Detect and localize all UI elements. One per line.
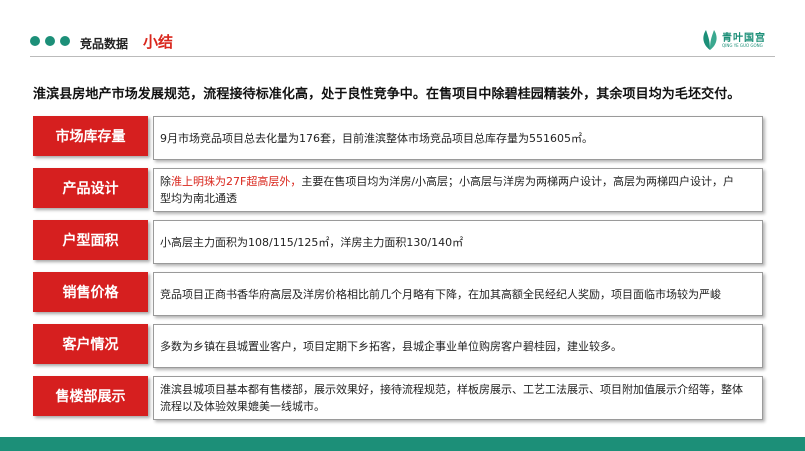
- row-label: 产品设计: [33, 168, 148, 208]
- row-content: 竞品项目正商书香华府高层及洋房价格相比前几个月略有下降，在加其高额全民经纪人奖励…: [153, 272, 763, 316]
- dot-icon: [60, 36, 70, 46]
- row-product-design: 产品设计 除淮上明珠为27F超高层外，主要在售项目均为洋房/小高层；小高层与洋房…: [33, 168, 763, 212]
- leaf-logo-icon: [703, 30, 717, 50]
- row-content: 9月市场竞品项目总去化量为176套，目前淮滨整体市场竞品项目总库存量为55160…: [153, 116, 763, 160]
- row-label: 客户情况: [33, 324, 148, 364]
- logo-subtext: QING YE GUO GONG: [722, 43, 763, 48]
- brand-logo: 青叶国宫 QING YE GUO GONG: [700, 24, 770, 56]
- header: 竞品数据 小结 青叶国宫 QING YE GUO GONG: [0, 0, 805, 60]
- row-label: 销售价格: [33, 272, 148, 312]
- header-divider: [30, 56, 775, 57]
- row-label: 售楼部展示: [33, 376, 148, 416]
- row-customers: 客户情况 多数为乡镇在县城置业客户，项目定期下乡拓客，县城企事业单位购房客户碧桂…: [33, 324, 763, 368]
- row-text: 竞品项目正商书香华府高层及洋房价格相比前几个月略有下降，在加其高额全民经纪人奖励…: [160, 287, 721, 301]
- header-dots: [30, 36, 70, 46]
- page-title: 小结: [143, 33, 174, 51]
- row-sales-price: 销售价格 竞品项目正商书香华府高层及洋房价格相比前几个月略有下降，在加其高额全民…: [33, 272, 763, 316]
- row-unit-area: 户型面积 小高层主力面积为108/115/125㎡，洋房主力面积130/140㎡: [33, 220, 763, 264]
- row-label: 户型面积: [33, 220, 148, 260]
- row-text: 淮滨县城项目基本都有售楼部，展示效果好，接待流程规范，样板房展示、工艺工法展示、…: [160, 383, 743, 413]
- row-text-pre: 除: [160, 175, 171, 188]
- dot-icon: [45, 36, 55, 46]
- summary-text: 淮滨县房地产市场发展规范，流程接待标准化高，处于良性竞争中。在售项目中除碧桂园精…: [33, 87, 741, 102]
- row-content: 除淮上明珠为27F超高层外，主要在售项目均为洋房/小高层；小高层与洋房为两梯两户…: [153, 168, 763, 212]
- row-text: 小高层主力面积为108/115/125㎡，洋房主力面积130/140㎡: [160, 235, 464, 249]
- row-content: 淮滨县城项目基本都有售楼部，展示效果好，接待流程规范，样板房展示、工艺工法展示、…: [153, 376, 763, 420]
- row-content: 小高层主力面积为108/115/125㎡，洋房主力面积130/140㎡: [153, 220, 763, 264]
- footer-bar: [0, 437, 805, 451]
- row-sales-office: 售楼部展示 淮滨县城项目基本都有售楼部，展示效果好，接待流程规范，样板房展示、工…: [33, 376, 763, 420]
- row-text-highlight: 淮上明珠为27F超高层外，: [171, 175, 302, 188]
- dot-icon: [30, 36, 40, 46]
- row-content: 多数为乡镇在县城置业客户，项目定期下乡拓客，县城企事业单位购房客户碧桂园，建业较…: [153, 324, 763, 368]
- row-text: 多数为乡镇在县城置业客户，项目定期下乡拓客，县城企事业单位购房客户碧桂园，建业较…: [160, 339, 622, 353]
- section-label: 竞品数据: [80, 37, 129, 51]
- row-text-wrapper: 除淮上明珠为27F超高层外，主要在售项目均为洋房/小高层；小高层与洋房为两梯两户…: [160, 173, 744, 207]
- row-label: 市场库存量: [33, 116, 148, 156]
- row-inventory: 市场库存量 9月市场竞品项目总去化量为176套，目前淮滨整体市场竞品项目总库存量…: [33, 116, 763, 160]
- logo-text: 青叶国宫: [722, 33, 766, 44]
- row-text: 9月市场竞品项目总去化量为176套，目前淮滨整体市场竞品项目总库存量为55160…: [160, 131, 593, 145]
